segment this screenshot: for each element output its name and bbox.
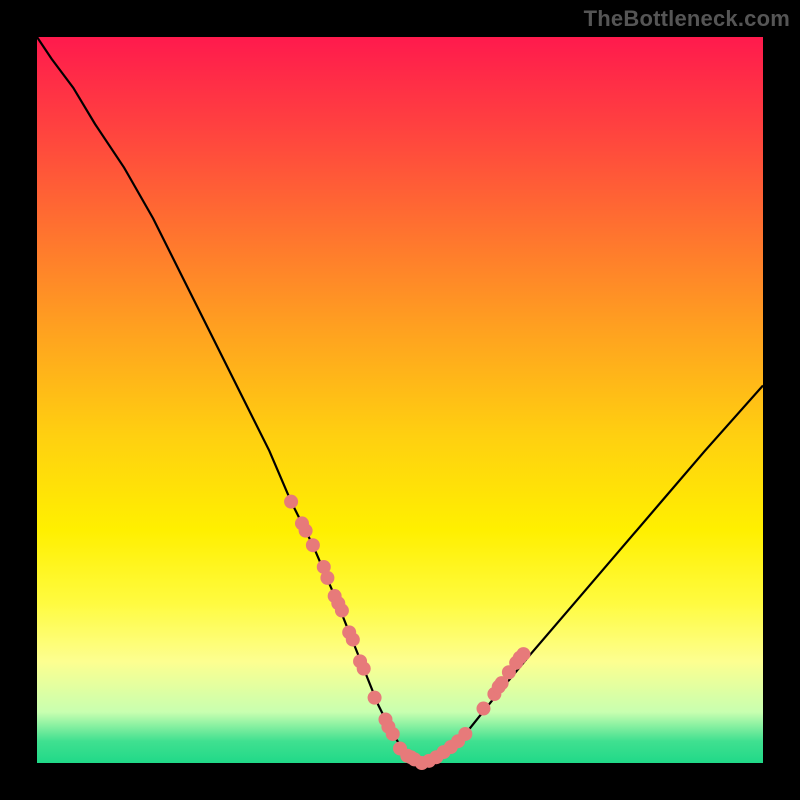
data-marker bbox=[368, 691, 382, 705]
data-marker bbox=[335, 604, 349, 618]
data-marker bbox=[458, 727, 472, 741]
data-marker bbox=[299, 524, 313, 538]
data-marker bbox=[357, 662, 371, 676]
data-marker bbox=[306, 538, 320, 552]
data-marker bbox=[284, 495, 298, 509]
data-marker bbox=[386, 727, 400, 741]
chart-frame: TheBottleneck.com bbox=[0, 0, 800, 800]
data-markers bbox=[284, 495, 530, 770]
data-marker bbox=[346, 633, 360, 647]
data-marker bbox=[320, 571, 334, 585]
bottleneck-curve bbox=[37, 37, 763, 763]
chart-svg bbox=[37, 37, 763, 763]
data-marker bbox=[516, 647, 530, 661]
watermark-text: TheBottleneck.com bbox=[584, 6, 790, 32]
data-marker bbox=[476, 702, 490, 716]
plot-area bbox=[37, 37, 763, 763]
